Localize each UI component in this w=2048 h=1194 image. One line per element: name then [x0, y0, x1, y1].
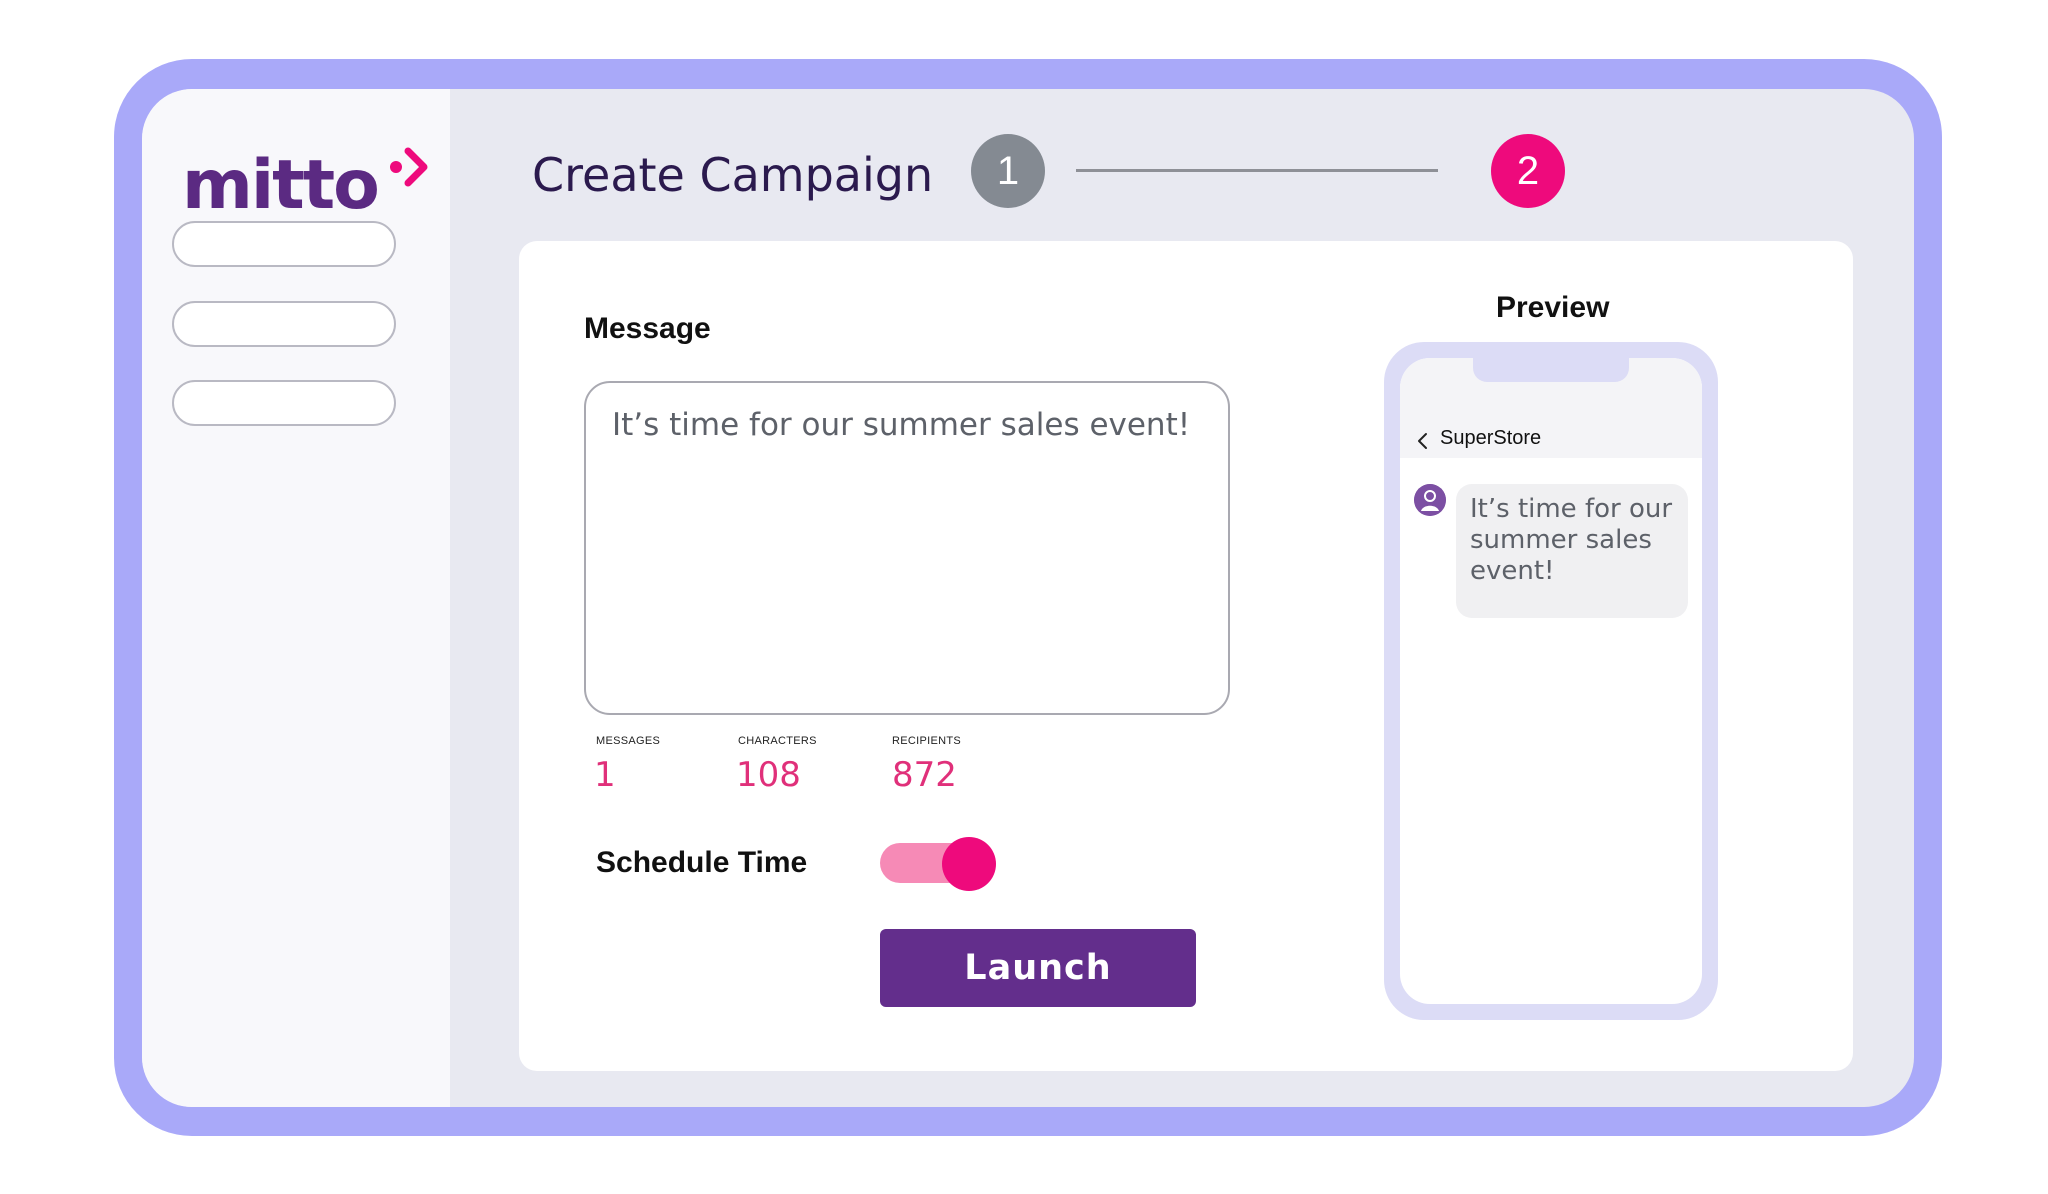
- step-2-indicator[interactable]: 2: [1491, 134, 1565, 208]
- step-connector: [1076, 169, 1438, 172]
- sidebar-item-2[interactable]: [172, 301, 396, 347]
- sidebar-item-1[interactable]: [172, 221, 396, 267]
- logo-text: mitto: [182, 146, 380, 225]
- schedule-time-toggle[interactable]: [880, 837, 996, 891]
- contact-name: SuperStore: [1440, 427, 1542, 449]
- messages-stat-value: 1: [594, 755, 616, 795]
- page-title: Create Campaign: [532, 148, 934, 202]
- sidebar: mitto: [142, 89, 450, 1107]
- recipients-stat-label: RECIPIENTS: [892, 735, 962, 747]
- step-1-indicator[interactable]: 1: [971, 134, 1045, 208]
- preview-title: Preview: [1496, 291, 1610, 324]
- characters-stat-label: CHARACTERS: [738, 735, 817, 747]
- chevron-left-icon[interactable]: [1416, 431, 1428, 451]
- message-bubble: It’s time for our summer sales event!: [1456, 484, 1688, 618]
- message-label: Message: [584, 312, 711, 345]
- mitto-logo: mitto: [182, 141, 428, 231]
- toggle-knob: [942, 837, 996, 891]
- sidebar-item-3[interactable]: [172, 380, 396, 426]
- phone-notch: [1473, 358, 1629, 382]
- launch-button[interactable]: Launch: [880, 929, 1196, 1007]
- messages-stat-label: MESSAGES: [596, 735, 661, 747]
- chevron-mark-icon: [390, 147, 428, 187]
- characters-stat-value: 108: [736, 755, 801, 795]
- schedule-time-label: Schedule Time: [596, 846, 808, 879]
- phone-preview: SuperStore It’s time for our summer sale…: [1384, 342, 1718, 1020]
- user-avatar-icon: [1414, 484, 1446, 516]
- phone-screen: SuperStore It’s time for our summer sale…: [1400, 358, 1702, 1004]
- recipients-stat-value: 872: [892, 755, 957, 795]
- message-input[interactable]: [584, 381, 1230, 715]
